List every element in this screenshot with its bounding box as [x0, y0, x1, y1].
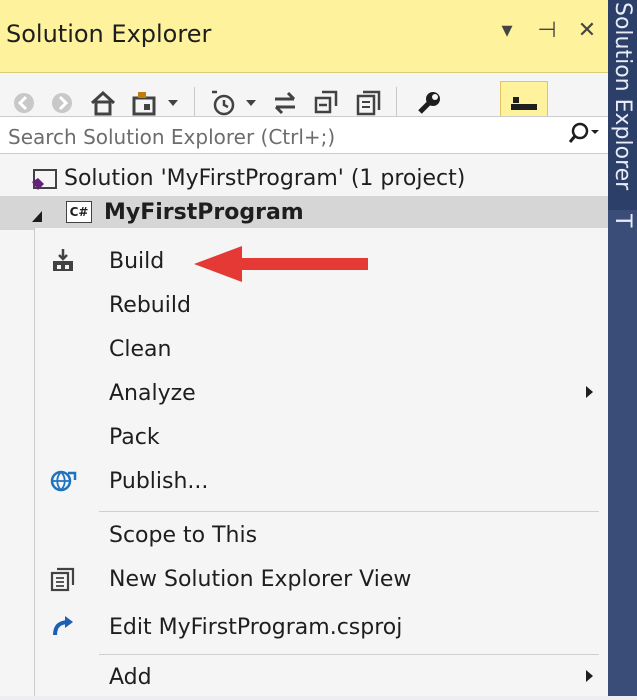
search-icon[interactable] [566, 121, 600, 153]
menu-item-pack[interactable]: Pack [35, 416, 609, 460]
callout-arrow-icon [192, 242, 372, 290]
menu-item-label: Add [109, 665, 152, 690]
menu-item-new-solution-explorer-view[interactable]: New Solution Explorer View [35, 558, 609, 602]
side-tab-label[interactable]: T [610, 214, 635, 227]
new-view-icon [49, 565, 77, 593]
redo-arrow-icon [49, 613, 77, 641]
menu-item-label: Edit MyFirstProgram.csproj [109, 615, 403, 640]
menu-item-add[interactable]: Add [35, 656, 609, 700]
search-box[interactable]: Search Solution Explorer (Ctrl+;) [0, 116, 608, 154]
menu-item-label: Analyze [109, 381, 196, 406]
menu-item-scope-to-this[interactable]: Scope to This [35, 514, 609, 558]
side-tab-solution-explorer[interactable]: Solution Explorer [608, 0, 637, 210]
context-menu: Build Rebuild Clean Analyze Pack Publish… [34, 228, 610, 696]
close-icon[interactable]: ✕ [576, 18, 598, 43]
solution-explorer-panel: Solution Explorer ▾ ⊣ ✕ Search Solution … [0, 0, 610, 696]
side-tab-label: Solution Explorer [610, 2, 635, 191]
pin-icon[interactable]: ⊣ [536, 18, 558, 43]
menu-separator [99, 511, 599, 512]
menu-item-label: New Solution Explorer View [109, 567, 412, 592]
menu-item-analyze[interactable]: Analyze [35, 372, 609, 416]
menu-item-publish[interactable]: Publish... [35, 460, 609, 504]
panel-title: Solution Explorer [6, 20, 212, 48]
panel-title-bar: Solution Explorer ▾ ⊣ ✕ [0, 0, 608, 73]
menu-separator [99, 654, 599, 655]
dropdown-icon[interactable]: ▾ [496, 18, 518, 43]
solution-icon [30, 168, 58, 198]
csharp-project-icon: C# [66, 201, 92, 223]
menu-item-label: Scope to This [109, 523, 258, 548]
menu-item-label: Pack [109, 425, 160, 450]
menu-item-clean[interactable]: Clean [35, 328, 609, 372]
menu-item-rebuild[interactable]: Rebuild [35, 284, 609, 328]
solution-node[interactable]: Solution 'MyFirstProgram' (1 project) [0, 162, 608, 196]
project-label: MyFirstProgram [104, 200, 304, 225]
solution-label: Solution 'MyFirstProgram' (1 project) [64, 166, 466, 191]
globe-publish-icon [49, 467, 77, 495]
menu-item-edit-csproj[interactable]: Edit MyFirstProgram.csproj [35, 606, 609, 650]
menu-item-label: Rebuild [109, 293, 191, 318]
title-buttons: ▾ ⊣ ✕ [496, 18, 598, 43]
menu-item-label: Publish... [109, 469, 209, 494]
search-input[interactable]: Search Solution Explorer (Ctrl+;) [8, 125, 335, 149]
build-icon [49, 247, 77, 275]
menu-item-label: Clean [109, 337, 172, 362]
side-tab-strip: Solution Explorer T [608, 0, 637, 696]
submenu-arrow-icon [586, 386, 593, 398]
submenu-arrow-icon [586, 670, 593, 682]
menu-item-label: Build [109, 249, 165, 274]
project-node[interactable]: C# MyFirstProgram [0, 196, 608, 230]
